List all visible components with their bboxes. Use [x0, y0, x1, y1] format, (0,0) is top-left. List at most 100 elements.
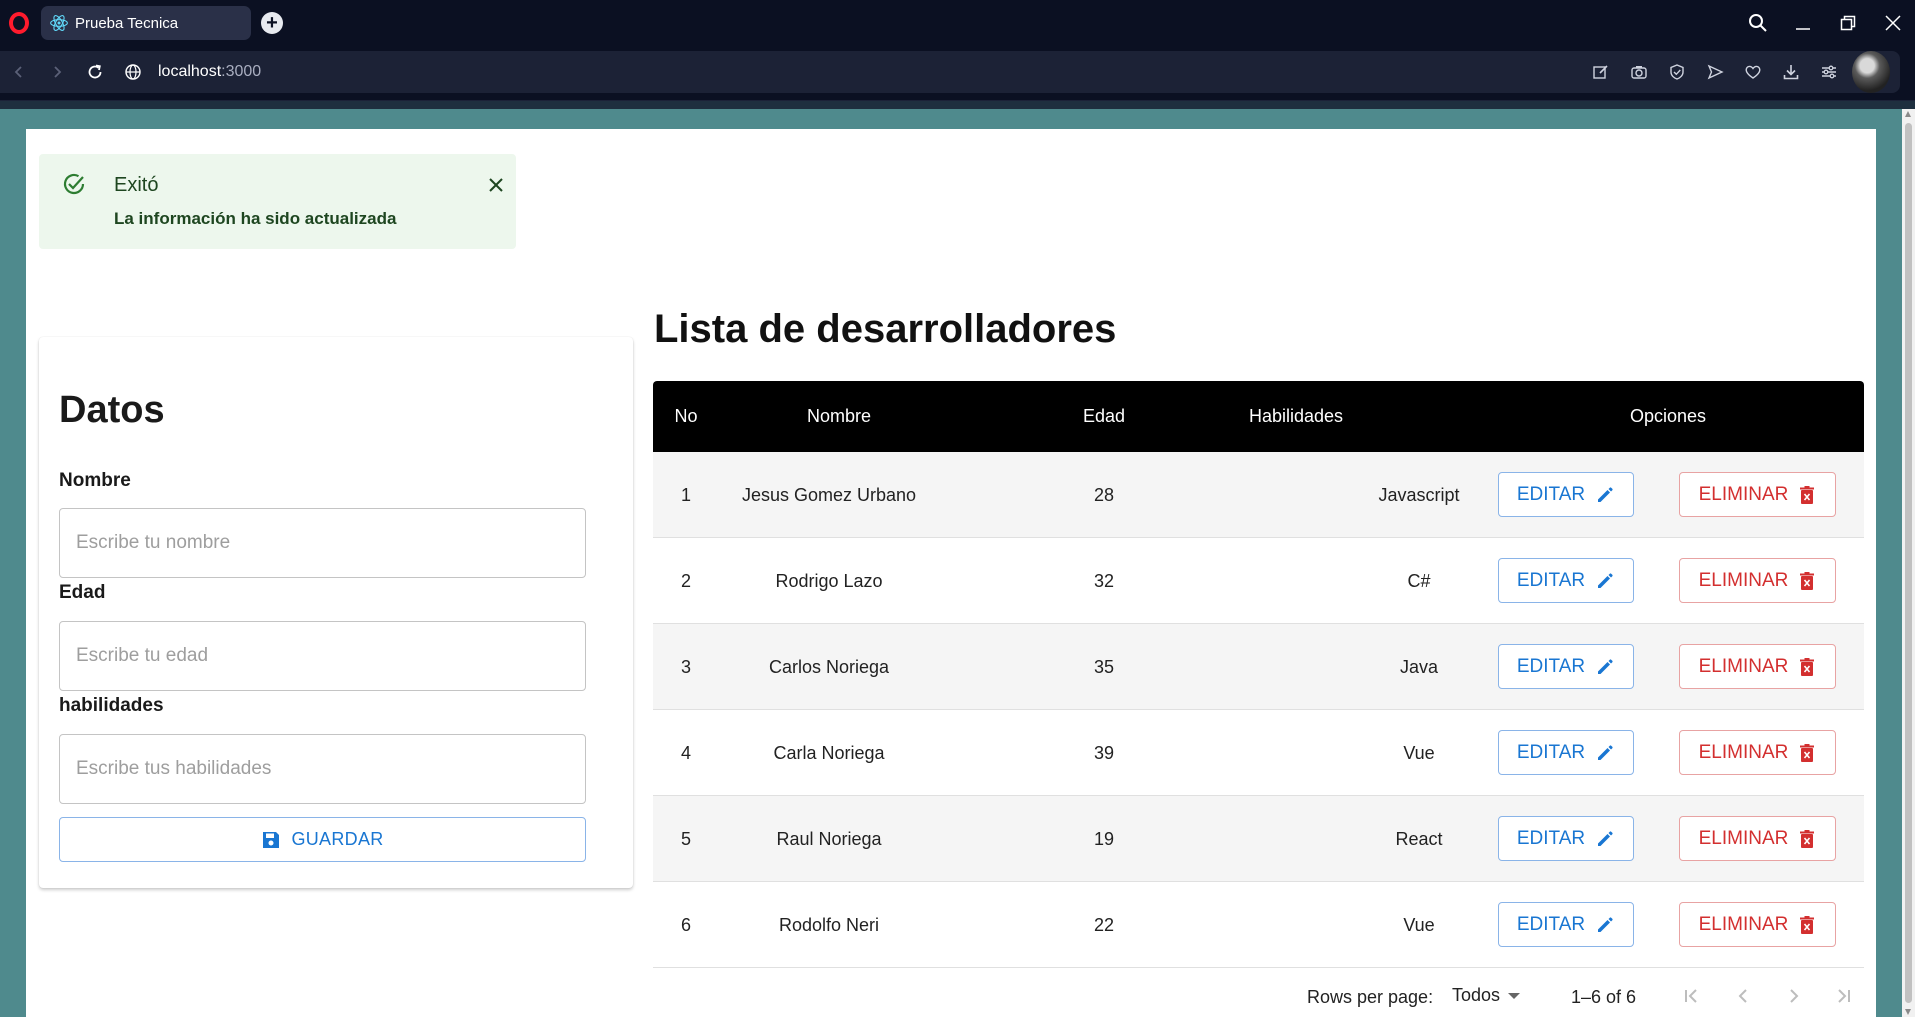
delete-button-label: ELIMINAR [1698, 827, 1789, 849]
alert-message: La información ha sido actualizada [114, 209, 397, 228]
name-input[interactable] [59, 508, 586, 578]
delete-button[interactable]: ELIMINAR [1679, 558, 1836, 603]
browser-toolbar [1582, 51, 1890, 93]
table-row: 6 Rodolfo Neri 22 Vue EDITAR ELIMINAR [653, 882, 1864, 968]
delete-button-label: ELIMINAR [1698, 655, 1789, 677]
scroll-down-icon[interactable] [1905, 1009, 1911, 1015]
page-scrollbar[interactable] [1902, 109, 1915, 1017]
caret-down-icon [1508, 992, 1521, 999]
scroll-up-icon[interactable] [1905, 111, 1911, 117]
shield-icon[interactable] [1658, 51, 1696, 93]
edit-button-label: EDITAR [1516, 569, 1586, 591]
close-icon[interactable] [487, 176, 505, 194]
address-bar: localhost:3000 [0, 51, 1900, 93]
send-icon[interactable] [1696, 51, 1734, 93]
trash-icon [1800, 915, 1815, 934]
table-row: 3 Carlos Noriega 35 Java EDITAR ELIMINAR [653, 624, 1864, 710]
trash-icon [1800, 829, 1815, 848]
edit-button[interactable]: EDITAR [1498, 644, 1634, 689]
column-header-opciones: Opciones [1629, 406, 1707, 426]
delete-button[interactable]: ELIMINAR [1679, 644, 1836, 689]
url-host: localhost [158, 63, 222, 80]
trash-icon [1800, 485, 1815, 504]
pencil-icon [1598, 486, 1613, 502]
trash-icon [1800, 743, 1815, 762]
pencil-icon [1598, 916, 1613, 932]
next-page-icon[interactable] [1779, 981, 1809, 1011]
cell-edad: 32 [1093, 571, 1115, 591]
edit-button[interactable]: EDITAR [1498, 558, 1634, 603]
viewport-top-strip [0, 101, 1915, 109]
browser-tab-bar: Prueba Tecnica + [0, 0, 1915, 46]
cell-nombre: Raul Noriega [776, 829, 882, 849]
pencil-icon [1598, 658, 1613, 674]
search-icon[interactable] [1735, 0, 1780, 46]
edit-button[interactable]: EDITAR [1498, 730, 1634, 775]
table-row: 2 Rodrigo Lazo 32 C# EDITAR ELIMINAR [653, 538, 1864, 624]
form-title: Datos [59, 389, 165, 431]
opera-logo-icon[interactable] [9, 12, 29, 34]
new-tab-icon[interactable]: + [261, 12, 283, 34]
easy-setup-icon[interactable] [1810, 51, 1848, 93]
close-window-icon[interactable] [1870, 0, 1915, 46]
table-row: 1 Jesus Gomez Urbano 28 Javascript EDITAR ELI… [653, 452, 1864, 538]
cell-edad: 39 [1093, 743, 1115, 763]
column-header-nombre: Nombre [806, 406, 872, 426]
heart-icon[interactable] [1734, 51, 1772, 93]
last-page-icon[interactable] [1828, 981, 1858, 1011]
cell-edad: 28 [1093, 485, 1115, 505]
previous-page-icon[interactable] [1728, 981, 1758, 1011]
pencil-icon [1598, 830, 1613, 846]
download-icon[interactable] [1772, 51, 1810, 93]
skills-label: habilidades [59, 695, 164, 716]
camera-icon[interactable] [1620, 51, 1658, 93]
delete-button[interactable]: ELIMINAR [1679, 816, 1836, 861]
edit-button[interactable]: EDITAR [1498, 816, 1634, 861]
age-label: Edad [59, 582, 106, 603]
developer-form: Datos Nombre Edad habilidades GUARDAR [39, 337, 633, 888]
back-icon[interactable] [0, 51, 38, 93]
profile-avatar[interactable] [1852, 51, 1890, 93]
page-viewport: Exitó La información ha sido actualizada… [0, 101, 1915, 1017]
cell-nombre: Rodrigo Lazo [775, 571, 883, 591]
app-page: Exitó La información ha sido actualizada… [26, 129, 1876, 1017]
cell-nombre: Carlos Noriega [768, 657, 890, 677]
scrollbar-thumb[interactable] [1905, 123, 1912, 1003]
delete-button-label: ELIMINAR [1698, 483, 1789, 505]
rows-per-page-label: Rows per page: [1307, 987, 1434, 1007]
url-field[interactable]: localhost:3000 [158, 63, 261, 81]
skills-input[interactable] [59, 734, 586, 804]
edit-button[interactable]: EDITAR [1498, 472, 1634, 517]
trash-icon [1800, 657, 1815, 676]
edit-button[interactable]: EDITAR [1498, 902, 1634, 947]
restore-icon[interactable] [1825, 0, 1870, 46]
edit-button-label: EDITAR [1516, 827, 1586, 849]
delete-button[interactable]: ELIMINAR [1679, 730, 1836, 775]
react-icon [50, 15, 68, 31]
name-label: Nombre [59, 470, 131, 491]
edit-button-label: EDITAR [1516, 483, 1586, 505]
developers-table: No Nombre Edad Habilidades Opciones 1 Jes… [653, 381, 1864, 1017]
column-header-no: No [674, 406, 698, 426]
rows-per-page-select[interactable]: Todos [1452, 985, 1521, 1006]
reload-icon[interactable] [76, 51, 114, 93]
forward-icon[interactable] [38, 51, 76, 93]
save-button[interactable]: GUARDAR [59, 817, 586, 862]
delete-button-label: ELIMINAR [1698, 741, 1789, 763]
save-button-label: GUARDAR [291, 829, 384, 849]
success-check-icon [63, 173, 85, 195]
delete-button[interactable]: ELIMINAR [1679, 472, 1836, 517]
cell-nombre: Jesus Gomez Urbano [741, 485, 917, 505]
cell-nombre: Rodolfo Neri [778, 915, 880, 935]
first-page-icon[interactable] [1677, 981, 1707, 1011]
edit-button-label: EDITAR [1516, 655, 1586, 677]
edit-page-icon[interactable] [1582, 51, 1620, 93]
delete-button[interactable]: ELIMINAR [1679, 902, 1836, 947]
url-port: :3000 [221, 63, 262, 80]
table-pagination: Rows per page: Todos 1–6 of 6 [653, 969, 1864, 1017]
browser-tab[interactable]: Prueba Tecnica [41, 6, 251, 40]
cell-edad: 19 [1093, 829, 1115, 849]
table-header: No Nombre Edad Habilidades Opciones [653, 381, 1864, 452]
minimize-icon[interactable] [1780, 0, 1825, 46]
age-input[interactable] [59, 621, 586, 691]
